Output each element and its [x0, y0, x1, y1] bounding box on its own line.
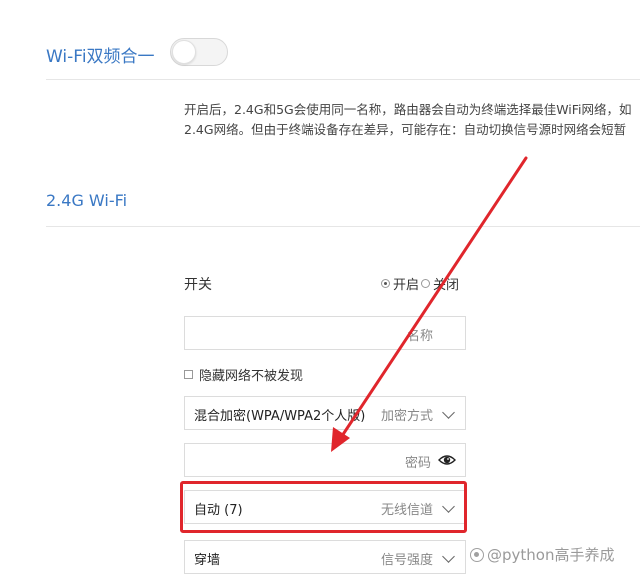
- hide-network-row: 隐藏网络不被发现: [184, 365, 303, 384]
- section-title-24g: 2.4G Wi-Fi: [46, 191, 128, 210]
- ssid-name-hint: 名称: [406, 329, 433, 344]
- watermark-logo-icon: [470, 547, 484, 562]
- radio-on-label[interactable]: 开启: [393, 274, 419, 293]
- radio-on[interactable]: [381, 279, 390, 288]
- signal-strength-value: 穿墙: [194, 553, 221, 568]
- hide-network-checkbox[interactable]: [184, 370, 193, 379]
- chevron-down-icon: [442, 406, 455, 419]
- signal-strength-hint: 信号强度: [380, 553, 433, 568]
- channel-highlight-box: [180, 481, 467, 533]
- dual-band-toggle[interactable]: [170, 38, 228, 66]
- password-hint: 密码: [404, 456, 431, 471]
- description-line-1: 开启后，2.4G和5G会使用同一名称，路由器会自动为终端选择最佳WiFi网络，如: [184, 102, 632, 117]
- encryption-select[interactable]: 混合加密(WPA/WPA2个人版) 加密方式: [184, 396, 466, 430]
- switch-label: 开关: [184, 277, 212, 293]
- divider: [46, 79, 640, 80]
- password-field[interactable]: 密码: [184, 443, 466, 477]
- radio-off-label[interactable]: 关闭: [433, 274, 459, 293]
- hide-network-label[interactable]: 隐藏网络不被发现: [199, 365, 303, 384]
- radio-off[interactable]: [421, 279, 431, 288]
- ssid-name-field[interactable]: 名称: [184, 316, 466, 350]
- switch-radio-group: 开启 关闭: [381, 274, 461, 293]
- watermark: @python高手养成: [470, 544, 614, 565]
- eye-icon[interactable]: [438, 454, 456, 466]
- divider: [46, 226, 640, 227]
- dual-band-description: 开启后，2.4G和5G会使用同一名称，路由器会自动为终端选择最佳WiFi网络，如…: [184, 100, 640, 140]
- encryption-hint: 加密方式: [380, 409, 433, 424]
- signal-strength-select[interactable]: 穿墙 信号强度: [184, 540, 466, 574]
- toggle-knob: [172, 40, 196, 64]
- encryption-value: 混合加密(WPA/WPA2个人版): [194, 409, 366, 424]
- watermark-text: @python高手养成: [487, 546, 615, 564]
- chevron-down-icon: [442, 550, 455, 563]
- dual-band-label: Wi-Fi双频合一: [46, 47, 155, 67]
- description-line-2: 2.4G网络。但由于终端设备存在差异，可能存在：自动切换信号源时网络会短暂: [184, 122, 627, 137]
